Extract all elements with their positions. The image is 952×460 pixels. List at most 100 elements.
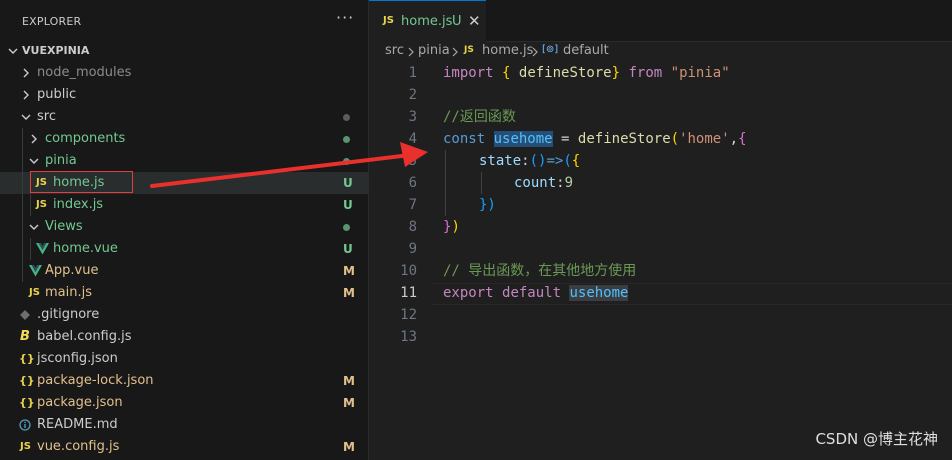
code-line[interactable]: 3 //返回函数 <box>369 106 952 128</box>
code-token: count <box>514 175 557 191</box>
code-token: } <box>611 65 621 81</box>
js-file-icon: JS <box>383 15 394 26</box>
chevron-right-icon <box>408 47 414 57</box>
code-token: () <box>529 153 547 169</box>
tree-item-package-lock[interactable]: {} package-lock.json M <box>0 370 369 392</box>
tree-item-label: vue.config.js <box>37 439 120 454</box>
code-line[interactable]: 13 <box>369 326 952 348</box>
breadcrumb-item[interactable]: src <box>385 43 404 58</box>
tree-item-pinia[interactable]: pinia <box>0 150 369 172</box>
code-token: import <box>443 65 494 81</box>
git-status-badge: M <box>343 396 355 410</box>
code-line[interactable]: 10 // 导出函数，在其他地方使用 <box>369 260 952 282</box>
code-token: const <box>443 131 486 147</box>
tree-item-label: jsconfig.json <box>37 351 118 366</box>
code-comment: //返回函数 <box>443 109 516 125</box>
tree-item-label: babel.config.js <box>37 329 132 344</box>
explorer-sidebar: EXPLORER ··· VUEXPINIA node_modules publ… <box>0 0 369 460</box>
watermark: CSDN @博主花神 <box>815 430 938 448</box>
tree-item-node-modules[interactable]: node_modules <box>0 62 369 84</box>
babel-icon: B <box>20 329 30 344</box>
code-token: { <box>502 65 511 81</box>
close-icon[interactable]: ✕ <box>468 12 481 30</box>
chevron-down-icon <box>21 114 31 120</box>
git-status-badge: M <box>343 374 355 388</box>
tree-item-index-js[interactable]: JS index.js U <box>0 194 369 216</box>
code-token: state <box>479 153 522 169</box>
tree-item-jsconfig[interactable]: {} jsconfig.json <box>0 348 369 370</box>
tree-item-babel-config[interactable]: B babel.config.js <box>0 326 369 348</box>
chevron-right-icon <box>31 134 37 144</box>
code-line[interactable]: 7 }) <box>369 194 952 216</box>
code-line[interactable]: 9 <box>369 238 952 260</box>
git-status-badge: M <box>343 440 355 454</box>
more-actions-icon[interactable]: ··· <box>336 10 354 26</box>
tree-item-label: home.vue <box>53 241 118 256</box>
code-comment: // 导出函数，在其他地方使用 <box>443 263 637 279</box>
tree-root[interactable]: VUEXPINIA <box>0 40 369 62</box>
git-status-badge: M <box>343 264 355 278</box>
code-line[interactable]: 1 import { defineStore} from "pinia" <box>369 62 952 84</box>
tree-item-public[interactable]: public <box>0 84 369 106</box>
tab-status-badge: U <box>452 14 462 29</box>
code-line[interactable]: 12 <box>369 304 952 326</box>
tree-item-vue-config[interactable]: JS vue.config.js M <box>0 436 369 458</box>
vue-file-icon <box>29 265 42 277</box>
tab-home-js[interactable]: JS home.js U ✕ <box>369 0 486 42</box>
tree-item-gitignore[interactable]: .gitignore <box>0 304 369 326</box>
annotation-highlight-box <box>30 171 133 193</box>
code-line[interactable]: 5 state:()=>({ <box>369 150 952 172</box>
code-token: ( <box>670 131 680 147</box>
code-line[interactable]: 8 }) <box>369 216 952 238</box>
tree-item-readme[interactable]: README.md <box>0 414 369 436</box>
code-token: defineStore <box>577 131 671 147</box>
info-icon <box>19 419 31 431</box>
line-number: 1 <box>408 65 417 81</box>
chevron-right-icon <box>23 68 29 78</box>
tree-item-label: pinia <box>45 153 77 168</box>
chevron-right-icon <box>452 47 458 57</box>
line-number: 13 <box>400 329 417 345</box>
git-status-badge: U <box>343 176 353 190</box>
code-token: ) <box>451 219 460 235</box>
tree-item-home-vue[interactable]: home.vue U <box>0 238 369 260</box>
code-token: export <box>443 285 494 301</box>
git-status-badge: U <box>343 242 353 256</box>
git-status-badge: U <box>343 198 353 212</box>
line-number: 12 <box>400 307 417 323</box>
code-token: from <box>628 65 663 81</box>
breadcrumb-item[interactable]: home.js <box>482 43 533 58</box>
tree-item-label: README.md <box>37 417 118 432</box>
tree-item-label: index.js <box>53 197 104 212</box>
tree-item-package-json[interactable]: {} package.json M <box>0 392 369 414</box>
code-line[interactable]: 11 export default usehome <box>369 282 952 304</box>
vue-file-icon <box>36 243 49 255</box>
tree-item-label: .gitignore <box>37 307 100 322</box>
tree-item-label: components <box>45 131 126 146</box>
js-file-icon: JS <box>29 287 40 298</box>
chevron-right-icon <box>23 90 29 100</box>
tree-item-app-vue[interactable]: App.vue M <box>0 260 369 282</box>
js-file-icon: JS <box>36 199 47 210</box>
code-line[interactable]: 6 count:9 <box>369 172 952 194</box>
code-token: "pinia" <box>670 65 730 81</box>
code-line[interactable]: 4 const usehome = defineStore('home',{ <box>369 128 952 150</box>
breadcrumb-item[interactable]: pinia <box>418 43 450 58</box>
tree-item-main-js[interactable]: JS main.js M <box>0 282 369 304</box>
line-number: 9 <box>408 241 417 257</box>
line-number: 5 <box>408 153 417 169</box>
git-status-dot <box>343 114 350 121</box>
code-token: { <box>571 153 581 169</box>
breadcrumb-item[interactable]: default <box>563 43 609 58</box>
code-token: , <box>729 131 739 147</box>
code-line[interactable]: 2 <box>369 84 952 106</box>
tree-item-label: main.js <box>45 285 92 300</box>
symbol-variable-icon: [⊚] <box>542 44 559 55</box>
tree-item-src[interactable]: src <box>0 106 369 128</box>
tree-item-components[interactable]: components <box>0 128 369 150</box>
line-number: 4 <box>408 131 417 147</box>
line-number: 11 <box>400 285 417 301</box>
chevron-right-icon <box>532 47 538 57</box>
code-token: }) <box>479 197 496 213</box>
tree-item-views[interactable]: Views <box>0 216 369 238</box>
